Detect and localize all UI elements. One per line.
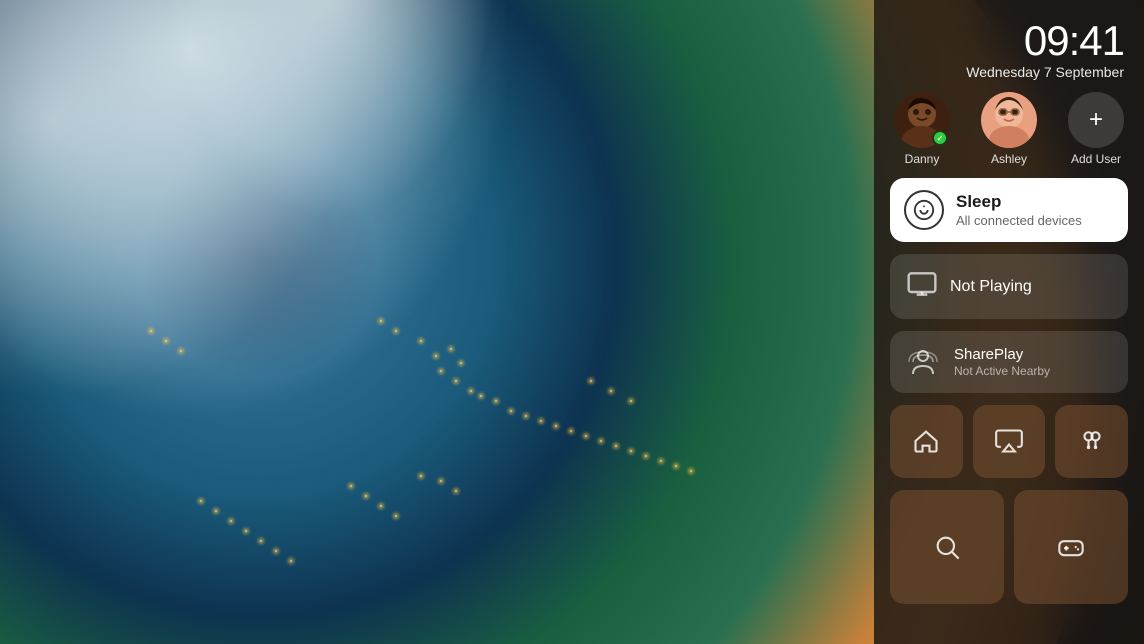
search-button[interactable]: [890, 490, 1004, 604]
search-icon: [933, 533, 961, 561]
user-danny[interactable]: Danny: [894, 92, 950, 166]
plus-icon: +: [1089, 106, 1103, 134]
icon-grid-bottom: [890, 490, 1128, 604]
sleep-card[interactable]: Sleep All connected devices: [890, 178, 1128, 242]
ashley-memoji: [981, 92, 1037, 148]
moon-icon: [913, 199, 935, 221]
home-button[interactable]: [890, 405, 963, 478]
add-user-button[interactable]: +: [1068, 92, 1124, 148]
gamepad-button[interactable]: [1014, 490, 1128, 604]
sleep-title: Sleep: [956, 192, 1082, 212]
user-ashley[interactable]: Ashley: [981, 92, 1037, 166]
gamepad-icon: [1057, 533, 1085, 561]
airpods-button[interactable]: [1055, 405, 1128, 478]
home-icon: [912, 427, 940, 455]
clock-section: 09:41 Wednesday 7 September: [890, 20, 1128, 80]
shareplay-icon: [904, 343, 942, 381]
danny-label: Danny: [905, 152, 940, 166]
sleep-text: Sleep All connected devices: [956, 192, 1082, 228]
airplay-icon: [995, 427, 1023, 455]
add-user-item[interactable]: + Add User: [1068, 92, 1124, 166]
shareplay-text: SharePlay Not Active Nearby: [954, 346, 1050, 378]
shareplay-card[interactable]: SharePlay Not Active Nearby: [890, 331, 1128, 393]
add-user-label: Add User: [1071, 152, 1121, 166]
clock-date: Wednesday 7 September: [890, 64, 1124, 80]
users-row: Danny: [890, 92, 1128, 166]
control-panel: 09:41 Wednesday 7 September: [874, 0, 1144, 644]
ashley-avatar: [981, 92, 1037, 148]
not-playing-card[interactable]: Not Playing: [890, 254, 1128, 319]
danny-avatar-wrap: [894, 92, 950, 148]
clock-time: 09:41: [890, 20, 1124, 62]
ashley-avatar-wrap: [981, 92, 1037, 148]
danny-active-badge: [932, 130, 948, 146]
icon-grid-top: [890, 405, 1128, 478]
tv-icon: [906, 268, 938, 305]
not-playing-label: Not Playing: [950, 278, 1032, 296]
sleep-icon: [904, 190, 944, 230]
shareplay-subtitle: Not Active Nearby: [954, 364, 1050, 378]
airplay-button[interactable]: [973, 405, 1046, 478]
sleep-subtitle: All connected devices: [956, 213, 1082, 228]
ashley-label: Ashley: [991, 152, 1027, 166]
airpods-icon: [1078, 427, 1106, 455]
shareplay-title: SharePlay: [954, 346, 1050, 363]
